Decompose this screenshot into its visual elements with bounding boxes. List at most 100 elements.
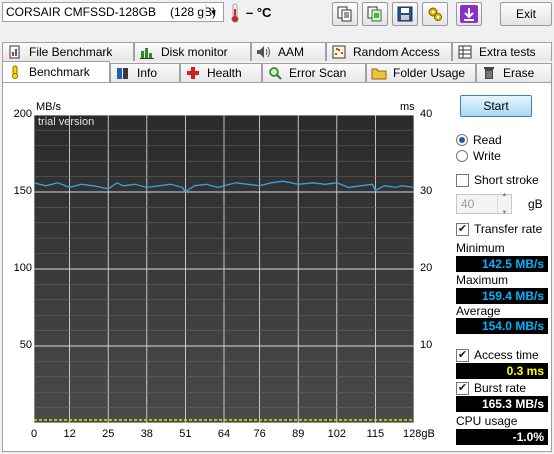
extra-tests-icon xyxy=(457,44,473,60)
download-icon xyxy=(460,5,478,23)
tab-label: AAM xyxy=(278,45,305,59)
x-tick-label: 38 xyxy=(140,428,153,440)
copy-screenshot-icon xyxy=(367,6,382,22)
short-stroke-option[interactable]: Short stroke xyxy=(456,173,539,187)
y2-tick-label: 40 xyxy=(420,108,433,120)
short-stroke-label: Short stroke xyxy=(474,173,539,187)
cpu-usage-label: CPU usage xyxy=(456,414,518,428)
copy-info-button[interactable] xyxy=(332,2,358,26)
transfer-rate-checkbox[interactable]: ✔ xyxy=(456,222,469,236)
y2-tick-label: 30 xyxy=(420,185,433,197)
burst-rate-value: 165.3 MB/s xyxy=(456,396,548,412)
tab-random-access[interactable]: Random Access xyxy=(326,42,452,61)
x-tick-label: 12 xyxy=(63,428,76,440)
tab-label: File Benchmark xyxy=(29,45,113,59)
y-axis-unit: MB/s xyxy=(36,101,62,113)
access-time-checkbox[interactable]: ✔ xyxy=(456,348,469,362)
magnifier-icon xyxy=(267,65,283,81)
x-tick-label: 102 xyxy=(327,428,346,440)
y2-tick-label: 20 xyxy=(420,262,433,274)
drive-select[interactable]: CORSAIR CMFSSD-128GB (128 gB) ▼ xyxy=(2,2,224,22)
burst-rate-checkbox[interactable]: ✔ xyxy=(456,381,469,395)
tab-label: Folder Usage xyxy=(393,66,466,80)
maximum-value: 159.4 MB/s xyxy=(456,288,548,304)
random-access-icon xyxy=(331,44,347,60)
tab-label: Random Access xyxy=(353,45,440,59)
tab-label: Disk monitor xyxy=(161,45,228,59)
transfer-rate-option[interactable]: ✔ Transfer rate xyxy=(456,222,542,236)
read-option[interactable]: Read xyxy=(456,133,502,147)
benchmark-chart: trial version xyxy=(34,115,414,423)
x-tick-label: 64 xyxy=(217,428,231,440)
tab-label: Health xyxy=(207,66,242,80)
tab-folder-usage[interactable]: Folder Usage xyxy=(366,63,476,82)
temperature-readout: – °C xyxy=(246,5,272,20)
burst-rate-label: Burst rate xyxy=(474,381,527,395)
x-tick-label: 76 xyxy=(253,428,266,440)
average-label: Average xyxy=(456,304,501,318)
tab-info[interactable]: Info xyxy=(110,63,180,82)
short-stroke-checkbox[interactable] xyxy=(456,173,469,187)
y-tick-label: 50 xyxy=(19,339,32,351)
tab-label: Error Scan xyxy=(289,66,347,80)
y2-tick-label: 10 xyxy=(420,339,433,351)
stroke-size-value: 40 xyxy=(461,197,475,211)
tab-file-benchmark[interactable]: File Benchmark xyxy=(2,42,134,61)
write-option[interactable]: Write xyxy=(456,149,501,163)
disk-monitor-icon xyxy=(139,44,155,60)
minimum-value: 142.5 MB/s xyxy=(456,256,548,272)
tab-label: Erase xyxy=(503,66,535,80)
spinner-arrows-icon[interactable]: ▲ ▼ xyxy=(497,192,511,216)
cpu-usage-value: -1.0% xyxy=(456,429,548,445)
stroke-unit: gB xyxy=(528,197,543,211)
download-button[interactable] xyxy=(456,2,482,26)
x-tick-label: 115 xyxy=(366,428,385,440)
info-icon xyxy=(115,65,131,81)
tab-aam[interactable]: AAM xyxy=(251,42,326,61)
read-radio[interactable] xyxy=(456,134,468,146)
y-tick-label: 150 xyxy=(13,185,32,197)
exit-button[interactable]: Exit xyxy=(500,2,552,26)
y-tick-label: 200 xyxy=(13,108,32,120)
tab-label: Benchmark xyxy=(29,65,90,79)
burst-rate-option[interactable]: ✔ Burst rate xyxy=(456,381,526,395)
folder-icon xyxy=(371,65,387,81)
minimum-label: Minimum xyxy=(456,241,505,255)
access-time-option[interactable]: ✔ Access time xyxy=(456,348,539,362)
x-tick-label: 0 xyxy=(30,428,38,440)
options-icon xyxy=(428,7,442,21)
file-benchmark-icon xyxy=(7,44,23,60)
access-time-value: 0.3 ms xyxy=(456,363,548,379)
speaker-icon xyxy=(256,44,272,60)
x-tick-label: 51 xyxy=(179,428,192,440)
write-radio[interactable] xyxy=(456,150,468,162)
maximum-label: Maximum xyxy=(456,273,509,287)
stroke-size-spinner[interactable]: 40 ▲ ▼ xyxy=(456,192,512,216)
health-cross-icon xyxy=(185,65,201,81)
drive-name: CORSAIR CMFSSD-128GB xyxy=(6,5,157,19)
options-button[interactable] xyxy=(422,2,448,26)
thermometer-icon xyxy=(231,3,239,23)
copy-screenshot-button[interactable] xyxy=(362,2,388,26)
x-tick-label: 25 xyxy=(102,428,115,440)
transfer-rate-label: Transfer rate xyxy=(474,222,543,236)
average-value: 154.0 MB/s xyxy=(456,318,548,334)
chevron-down-icon[interactable]: ▼ xyxy=(205,4,221,20)
tab-benchmark[interactable]: Benchmark xyxy=(2,61,110,82)
save-button[interactable] xyxy=(392,2,418,26)
trash-icon xyxy=(481,65,497,81)
save-icon xyxy=(397,6,413,22)
start-button[interactable]: Start xyxy=(460,95,532,117)
copy-info-icon xyxy=(337,6,352,22)
tab-error-scan[interactable]: Error Scan xyxy=(262,63,366,82)
tab-label: Extra tests xyxy=(479,45,536,59)
tab-erase[interactable]: Erase xyxy=(476,63,552,82)
y2-axis-unit: ms xyxy=(400,101,415,113)
x-tick-label: 89 xyxy=(292,428,305,440)
tab-extra-tests[interactable]: Extra tests xyxy=(452,42,552,61)
tab-health[interactable]: Health xyxy=(180,63,262,82)
watermark-text: trial version xyxy=(38,116,94,128)
y-tick-label: 100 xyxy=(13,262,32,274)
tab-disk-monitor[interactable]: Disk monitor xyxy=(134,42,251,61)
tab-label: Info xyxy=(137,66,158,80)
